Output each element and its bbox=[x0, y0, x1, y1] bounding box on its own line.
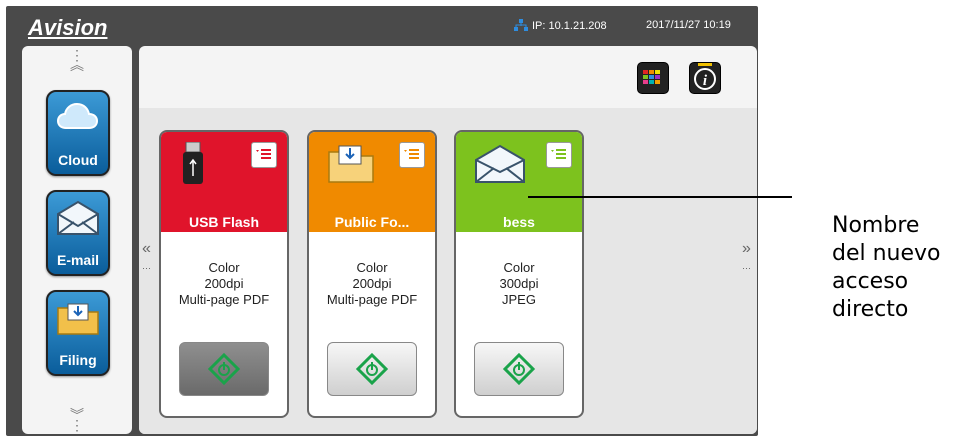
cloud-icon bbox=[56, 102, 99, 129]
callout-line bbox=[528, 196, 792, 198]
info-icon: i bbox=[694, 63, 716, 90]
ip-address: IP: 10.1.21.208 bbox=[532, 20, 607, 32]
next-page-button[interactable]: » ⋯ bbox=[742, 240, 751, 276]
shortcut-settings-icon[interactable] bbox=[399, 142, 425, 168]
color-mode: Color bbox=[208, 260, 240, 275]
scroll-up-icon[interactable]: ⋮ ︽ bbox=[22, 48, 132, 72]
card-header: Public Fo... bbox=[309, 132, 435, 232]
brand-logo: Avision bbox=[28, 15, 108, 40]
shortcut-settings: Color 200dpi Multi-page PDF bbox=[309, 260, 435, 308]
shortcut-card-bess[interactable]: bess Color 300dpi JPEG bbox=[454, 130, 584, 418]
shortcut-card-usb-flash[interactable]: USB Flash Color 200dpi Multi-page PDF bbox=[159, 130, 289, 418]
file-format: Multi-page PDF bbox=[326, 292, 418, 307]
envelope-icon bbox=[475, 144, 525, 183]
sidebar-item-cloud[interactable]: Cloud bbox=[46, 90, 110, 176]
color-palette-button[interactable] bbox=[637, 62, 669, 94]
usb-icon bbox=[183, 142, 203, 184]
shortcut-settings: Color 200dpi Multi-page PDF bbox=[161, 260, 287, 308]
sidebar-item-label: E-mail bbox=[56, 252, 99, 268]
resolution: 300dpi bbox=[499, 276, 539, 291]
sidebar-item-email[interactable]: E-mail bbox=[46, 190, 110, 276]
scroll-down-icon[interactable]: ︾ ⋮ bbox=[22, 408, 132, 432]
color-palette-icon bbox=[643, 70, 660, 84]
file-format: Multi-page PDF bbox=[178, 292, 270, 307]
start-icon bbox=[356, 353, 388, 385]
shortcut-card-public-folder[interactable]: Public Fo... Color 200dpi Multi-page PDF bbox=[307, 130, 437, 418]
main-panel: i «⋯ » ⋯ USB Flash Color 200dpi Multi-pa… bbox=[139, 46, 757, 434]
callout-annotation: Nombre del nuevo acceso directo bbox=[832, 213, 941, 322]
start-scan-button[interactable] bbox=[474, 342, 564, 396]
sidebar-item-filing[interactable]: Filing bbox=[46, 290, 110, 376]
shortcut-name: Public Fo... bbox=[334, 214, 410, 230]
resolution: 200dpi bbox=[204, 276, 244, 291]
color-mode: Color bbox=[356, 260, 388, 275]
sidebar: ⋮ ︽ Cloud E-mail Filing ︾ ⋮ bbox=[22, 46, 132, 434]
start-icon bbox=[503, 353, 535, 385]
sidebar-item-label: Filing bbox=[59, 352, 97, 368]
sidebar-item-label: Cloud bbox=[58, 152, 98, 168]
card-header: bess bbox=[456, 132, 582, 232]
shortcut-area: «⋯ » ⋯ USB Flash Color 200dpi Multi-page… bbox=[139, 108, 757, 434]
start-scan-button[interactable] bbox=[327, 342, 417, 396]
shortcut-settings-icon[interactable] bbox=[546, 142, 572, 168]
shortcut-settings-icon[interactable] bbox=[251, 142, 277, 168]
network-icon bbox=[514, 19, 528, 31]
scanner-panel: Avision IP: 10.1.21.208 2017/11/27 10:19… bbox=[6, 6, 758, 436]
date-time: 2017/11/27 10:19 bbox=[646, 19, 731, 31]
file-format: JPEG bbox=[502, 292, 536, 307]
resolution: 200dpi bbox=[352, 276, 392, 291]
start-scan-button[interactable] bbox=[179, 342, 269, 396]
shortcut-settings: Color 300dpi JPEG bbox=[456, 260, 582, 308]
color-mode: Color bbox=[503, 260, 535, 275]
card-header: USB Flash bbox=[161, 132, 287, 232]
shortcut-name: bess bbox=[503, 214, 535, 230]
network-status: IP: 10.1.21.208 bbox=[514, 19, 607, 32]
info-button[interactable]: i bbox=[689, 62, 721, 94]
start-icon bbox=[208, 353, 240, 385]
previous-page-button[interactable]: «⋯ bbox=[142, 240, 151, 276]
folder-icon bbox=[57, 303, 99, 335]
envelope-icon bbox=[57, 200, 99, 235]
status-bar: Avision IP: 10.1.21.208 2017/11/27 10:19 bbox=[6, 6, 758, 44]
svg-text:i: i bbox=[703, 73, 708, 89]
shortcut-name: USB Flash bbox=[188, 214, 259, 230]
folder-icon bbox=[328, 145, 374, 183]
